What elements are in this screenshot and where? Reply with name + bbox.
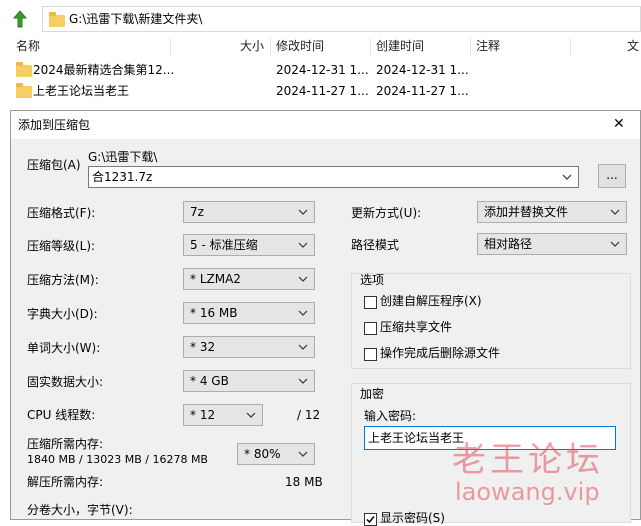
solid-select[interactable]: * 4 GB bbox=[183, 370, 315, 392]
file-name: 2024最新精选合集第12... bbox=[33, 63, 175, 77]
folder-icon bbox=[16, 83, 32, 98]
chevron-down-icon bbox=[298, 242, 308, 248]
password-value: 上老王论坛当老王 bbox=[368, 431, 465, 445]
table-row[interactable]: 上老王论坛当老王 2024-11-27 1... 2024-11-27 1... bbox=[0, 81, 641, 101]
mem-value: 1840 MB / 13023 MB / 16278 MB bbox=[27, 453, 208, 466]
column-divider bbox=[170, 38, 171, 56]
file-modified: 2024-12-31 1... bbox=[276, 63, 369, 77]
format-value: 7z bbox=[190, 205, 204, 219]
column-divider bbox=[370, 38, 371, 56]
options-title: 选项 bbox=[360, 273, 385, 287]
word-value: * 32 bbox=[190, 340, 216, 354]
column-name[interactable]: 名称 bbox=[16, 36, 40, 56]
table-row[interactable]: 2024最新精选合集第12... 2024-12-31 1... 2024-12… bbox=[0, 60, 641, 80]
chevron-down-icon bbox=[562, 174, 572, 180]
level-label: 压缩等级(L): bbox=[27, 239, 96, 253]
cpu-total: / 12 bbox=[297, 408, 321, 422]
options-group: 选项 创建自解压程序(X) 压缩共享文件 操作完成后删除源文件 bbox=[351, 273, 631, 369]
password-label: 输入密码: bbox=[364, 409, 417, 423]
watermark-url: laowang.vip bbox=[455, 478, 600, 506]
address-bar[interactable]: G:\迅雷下载\新建文件夹\ bbox=[42, 6, 641, 32]
file-explorer: G:\迅雷下载\新建文件夹\ 名称 大小 修改时间 创建时间 注释 文 2024… bbox=[0, 0, 641, 110]
file-created: 2024-11-27 1... bbox=[376, 84, 469, 98]
up-folder-icon[interactable] bbox=[12, 10, 28, 28]
pathmode-select[interactable]: 相对路径 bbox=[477, 233, 627, 255]
chevron-down-icon bbox=[298, 451, 308, 457]
chevron-down-icon bbox=[298, 276, 308, 282]
delete-source-checkbox[interactable] bbox=[364, 348, 377, 361]
archive-path: G:\迅雷下载\ bbox=[88, 150, 158, 164]
level-value: 5 - 标准压缩 bbox=[190, 238, 258, 252]
column-size[interactable]: 大小 bbox=[240, 36, 264, 56]
solid-label: 固实数据大小: bbox=[27, 375, 104, 389]
word-label: 单词大小(W): bbox=[27, 341, 101, 355]
chevron-down-icon bbox=[246, 412, 256, 418]
dialog-title: 添加到压缩包 bbox=[18, 118, 91, 132]
mem-label: 压缩所需内存: bbox=[27, 437, 104, 451]
dialog-titlebar[interactable]: 添加到压缩包 ✕ bbox=[11, 111, 640, 139]
mem-percent-select[interactable]: * 80% bbox=[237, 443, 315, 465]
update-select[interactable]: 添加并替换文件 bbox=[477, 201, 627, 223]
decomp-label: 解压所需内存: bbox=[27, 475, 104, 489]
show-password-label[interactable]: 显示密码(S) bbox=[380, 510, 445, 526]
method-label: 压缩方法(M): bbox=[27, 273, 99, 287]
shared-checkbox[interactable] bbox=[364, 322, 377, 335]
column-divider bbox=[470, 38, 471, 56]
archive-label: 压缩包(A) bbox=[27, 158, 81, 172]
format-label: 压缩格式(F): bbox=[27, 206, 96, 220]
word-select[interactable]: * 32 bbox=[183, 336, 315, 358]
folder-icon bbox=[16, 62, 32, 77]
cpu-value: * 12 bbox=[190, 408, 216, 422]
shared-label[interactable]: 压缩共享文件 bbox=[380, 319, 452, 335]
file-name: 上老王论坛当老王 bbox=[33, 84, 130, 98]
pathmode-value: 相对路径 bbox=[484, 237, 533, 251]
solid-value: * 4 GB bbox=[190, 374, 229, 388]
pathmode-label: 路径模式 bbox=[351, 238, 400, 252]
browse-button[interactable]: ... bbox=[598, 164, 626, 188]
chevron-down-icon bbox=[298, 378, 308, 384]
column-divider bbox=[270, 38, 271, 56]
address-text: G:\迅雷下载\新建文件夹\ bbox=[69, 12, 203, 26]
watermark-text: 老王论坛 bbox=[452, 440, 604, 480]
dict-select[interactable]: * 16 MB bbox=[183, 302, 315, 324]
column-attributes[interactable]: 文 bbox=[627, 36, 639, 56]
dict-value: * 16 MB bbox=[190, 306, 238, 320]
archive-name-combo[interactable]: 合1231.7z bbox=[88, 166, 579, 188]
update-value: 添加并替换文件 bbox=[484, 205, 569, 219]
mem-percent-value: * 80% bbox=[244, 447, 281, 461]
update-label: 更新方式(U): bbox=[351, 206, 422, 220]
cpu-select[interactable]: * 12 bbox=[183, 404, 263, 426]
folder-icon bbox=[49, 12, 65, 27]
archive-name-value: 合1231.7z bbox=[92, 170, 153, 184]
cpu-label: CPU 线程数: bbox=[27, 408, 96, 422]
column-divider bbox=[570, 38, 571, 56]
chevron-down-icon bbox=[298, 310, 308, 316]
encrypt-title: 加密 bbox=[360, 387, 385, 401]
column-created[interactable]: 创建时间 bbox=[376, 36, 424, 56]
format-select[interactable]: 7z bbox=[183, 201, 315, 223]
level-select[interactable]: 5 - 标准压缩 bbox=[183, 234, 315, 256]
file-modified: 2024-11-27 1... bbox=[276, 84, 369, 98]
dict-label: 字典大小(D): bbox=[27, 307, 98, 321]
chevron-down-icon bbox=[298, 209, 308, 215]
column-modified[interactable]: 修改时间 bbox=[276, 36, 324, 56]
column-comment[interactable]: 注释 bbox=[476, 36, 500, 56]
split-label: 分卷大小，字节(V): bbox=[27, 503, 133, 517]
chevron-down-icon bbox=[298, 344, 308, 350]
method-select[interactable]: * LZMA2 bbox=[183, 268, 315, 290]
file-created: 2024-12-31 1... bbox=[376, 63, 469, 77]
delete-source-label[interactable]: 操作完成后删除源文件 bbox=[380, 345, 500, 361]
close-icon[interactable]: ✕ bbox=[613, 116, 625, 132]
chevron-down-icon bbox=[610, 241, 620, 247]
decomp-value: 18 MB bbox=[285, 475, 323, 489]
chevron-down-icon bbox=[610, 209, 620, 215]
method-value: * LZMA2 bbox=[190, 272, 241, 286]
sfx-label[interactable]: 创建自解压程序(X) bbox=[380, 293, 482, 309]
sfx-checkbox[interactable] bbox=[364, 296, 377, 309]
